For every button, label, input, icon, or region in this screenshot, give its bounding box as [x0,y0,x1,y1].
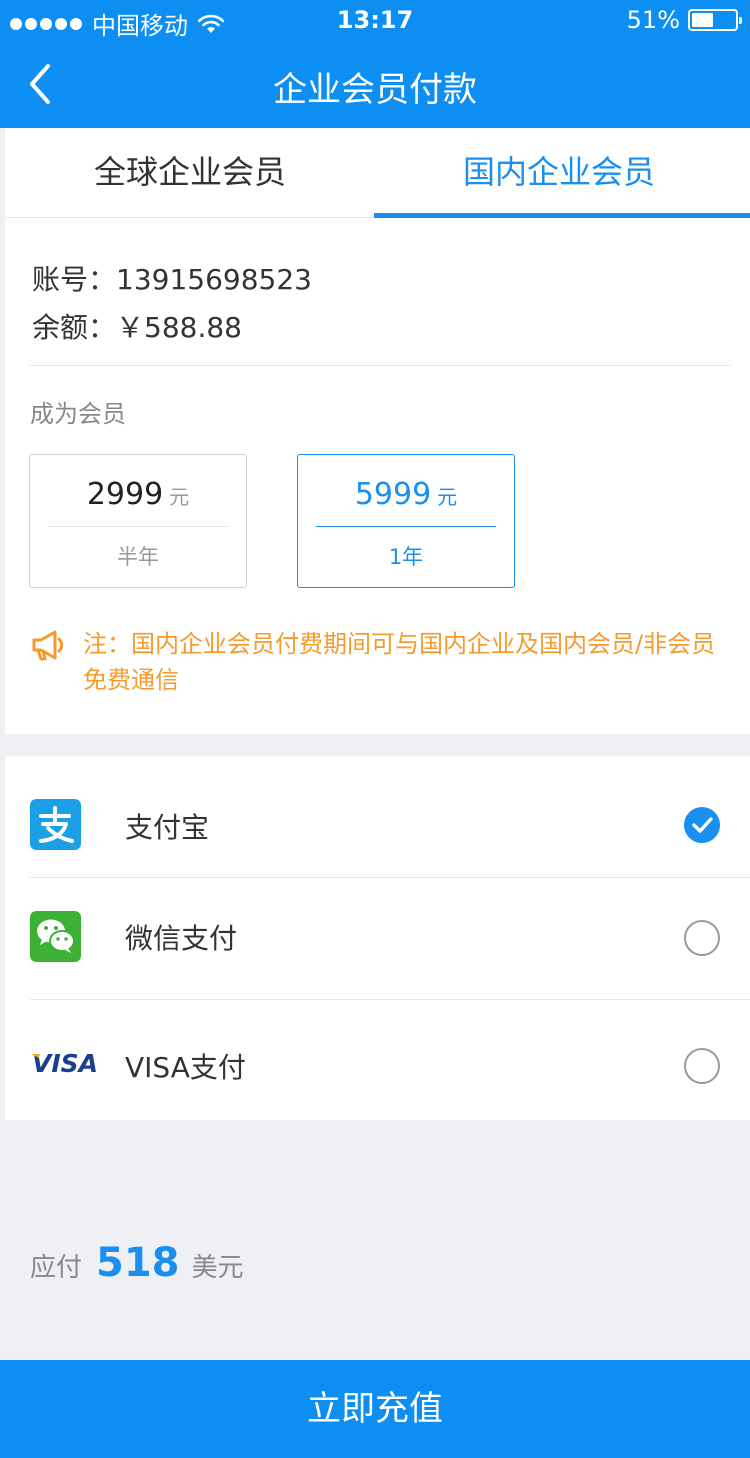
status-bar: 中国移动 13:17 51% [0,0,750,40]
account-number: 账号：13915698523 [32,263,312,296]
radio-unchecked[interactable] [684,920,720,956]
radio-checked[interactable] [684,807,720,843]
plan-unit: 元 [169,485,190,509]
plan-price-line: 5999 元 [298,477,514,512]
account-balance: 余额：￥588.88 [32,311,242,344]
plan-option-one-year[interactable]: 5999 元 1年 [297,454,515,588]
checkmark-icon [692,817,713,833]
payment-label: 微信支付 [125,922,238,955]
battery-percent: 51% [626,6,680,34]
divider [30,365,730,366]
status-bar-right: 51% [626,6,742,34]
megaphone-icon [32,630,64,661]
payment-methods: 支付宝 微信支付 VISA VISA支付 [5,756,750,1120]
plan-period: 1年 [388,545,424,569]
app-header: 中国移动 13:17 51% 企业会员付款 [0,0,750,128]
payment-option-visa[interactable]: VISA VISA支付 [5,1000,750,1122]
plan-option-half-year[interactable]: 2999 元 半年 [29,454,247,588]
wechat-pay-icon [30,911,81,962]
plan-unit: 元 [437,485,458,509]
battery-icon [688,9,742,31]
plan-period: 半年 [117,545,159,569]
page-title: 企业会员付款 [273,70,477,110]
amount-due-label: 应付 [30,1253,83,1283]
plan-divider [48,526,228,527]
amount-due: 应付 518 美元 [30,1240,244,1286]
amount-due-value: 518 [96,1240,180,1286]
plan-divider [316,526,496,527]
notice-text: 注：国内企业会员付费期间可与国内企业及国内会员/非会员免费通信 [83,630,716,694]
membership-tabs: 全球企业会员 国内企业会员 [5,128,750,218]
payment-label: VISA支付 [125,1051,246,1084]
notice: 注：国内企业会员付费期间可与国内企业及国内会员/非会员免费通信 [31,626,731,698]
recharge-now-button[interactable]: 立即充值 [0,1360,750,1458]
plan-price-line: 2999 元 [30,477,246,512]
battery-fill [692,13,714,27]
amount-due-unit: 美元 [191,1253,244,1283]
svg-text:VISA: VISA [32,1049,98,1076]
visa-icon: VISA [31,1049,98,1076]
plan-price: 2999 [86,477,164,512]
radio-unchecked[interactable] [684,1048,720,1084]
alipay-icon [30,799,81,850]
tab-domestic-enterprise[interactable]: 国内企业会员 [374,128,744,218]
tab-global-enterprise[interactable]: 全球企业会员 [5,128,375,218]
payment-option-alipay[interactable]: 支付宝 [5,756,750,878]
membership-card: 账号：13915698523 余额：￥588.88 成为会员 2999 元 半年 … [5,218,750,734]
payment-label: 支付宝 [125,811,210,844]
payment-option-wechat[interactable]: 微信支付 [5,878,750,1000]
section-label: 成为会员 [30,400,126,428]
plan-price: 5999 [354,477,432,512]
